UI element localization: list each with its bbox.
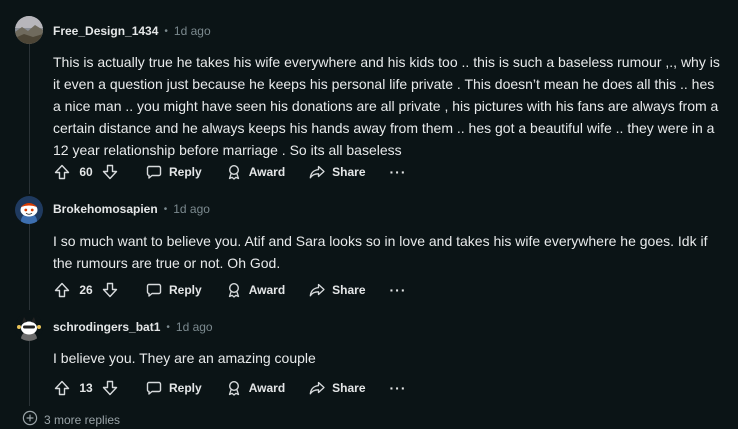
downvote-icon[interactable]	[102, 282, 118, 298]
comment-author[interactable]: Brokehomosapien	[53, 202, 158, 216]
upvote-icon[interactable]	[54, 164, 70, 180]
vote-count: 13	[79, 381, 93, 395]
share-button[interactable]: Share	[297, 160, 377, 184]
plus-circle-icon	[22, 410, 38, 429]
reply-label: Reply	[169, 165, 202, 179]
meta-separator: •	[163, 203, 168, 215]
award-label: Award	[248, 165, 286, 179]
comment-author[interactable]: Free_Design_1434	[53, 24, 158, 38]
upvote-icon[interactable]	[54, 380, 70, 396]
vote-control: 13	[50, 380, 122, 396]
downvote-icon[interactable]	[102, 164, 118, 180]
share-arrow-icon	[309, 380, 325, 396]
more-options-button[interactable]: ···	[378, 278, 419, 302]
award-label: Award	[248, 283, 286, 297]
more-replies-label: 3 more replies	[44, 412, 121, 427]
thread-line	[29, 222, 30, 310]
reply-label: Reply	[169, 381, 202, 395]
share-label: Share	[332, 381, 366, 395]
share-button[interactable]: Share	[297, 376, 377, 400]
reply-button[interactable]: Reply	[134, 376, 214, 400]
upvote-icon[interactable]	[54, 282, 70, 298]
comment-body: I believe you. They are an amazing coupl…	[53, 350, 316, 366]
reply-label: Reply	[169, 283, 202, 297]
snoo-avatar-icon[interactable]	[15, 313, 43, 341]
comment-actions: 13 Reply Award Share ···	[50, 374, 419, 402]
comment-body: I so much want to believe you. Atif and …	[53, 233, 708, 271]
meta-separator: •	[164, 25, 168, 37]
vote-count: 60	[79, 165, 93, 179]
comment-timestamp: 1d ago	[173, 24, 211, 38]
award-label: Award	[248, 381, 286, 395]
comment-actions: 26 Reply Award Share ···	[50, 276, 419, 304]
award-icon	[226, 282, 242, 298]
comment-timestamp: 1d ago	[175, 320, 213, 334]
vote-count: 26	[79, 283, 93, 297]
downvote-icon[interactable]	[102, 380, 118, 396]
more-options-button[interactable]: ···	[378, 160, 419, 184]
award-button[interactable]: Award	[214, 376, 297, 400]
award-button[interactable]: Award	[214, 278, 297, 302]
speech-bubble-icon	[146, 380, 162, 396]
reply-button[interactable]: Reply	[134, 160, 214, 184]
meta-separator: •	[166, 321, 170, 333]
vote-control: 60	[50, 164, 122, 180]
award-icon	[226, 380, 242, 396]
more-replies-button[interactable]: 3 more replies	[22, 410, 120, 429]
speech-bubble-icon	[146, 164, 162, 180]
award-button[interactable]: Award	[214, 160, 297, 184]
award-icon	[226, 164, 242, 180]
share-arrow-icon	[309, 282, 325, 298]
comment-body: This is actually true he takes his wife …	[53, 54, 720, 158]
share-label: Share	[332, 283, 366, 297]
thread-line	[29, 340, 30, 406]
snoo-avatar-icon[interactable]	[15, 196, 43, 224]
speech-bubble-icon	[146, 282, 162, 298]
vote-control: 26	[50, 282, 122, 298]
thread-line	[29, 44, 30, 194]
share-arrow-icon	[309, 164, 325, 180]
landscape-avatar-icon[interactable]	[15, 16, 43, 44]
comment-timestamp: 1d ago	[173, 202, 210, 216]
more-options-button[interactable]: ···	[378, 376, 419, 400]
comment-author[interactable]: schrodingers_bat1	[53, 320, 160, 334]
share-label: Share	[332, 165, 366, 179]
reply-button[interactable]: Reply	[134, 278, 214, 302]
share-button[interactable]: Share	[297, 278, 377, 302]
comment-actions: 60 Reply Award Share ···	[50, 158, 419, 186]
